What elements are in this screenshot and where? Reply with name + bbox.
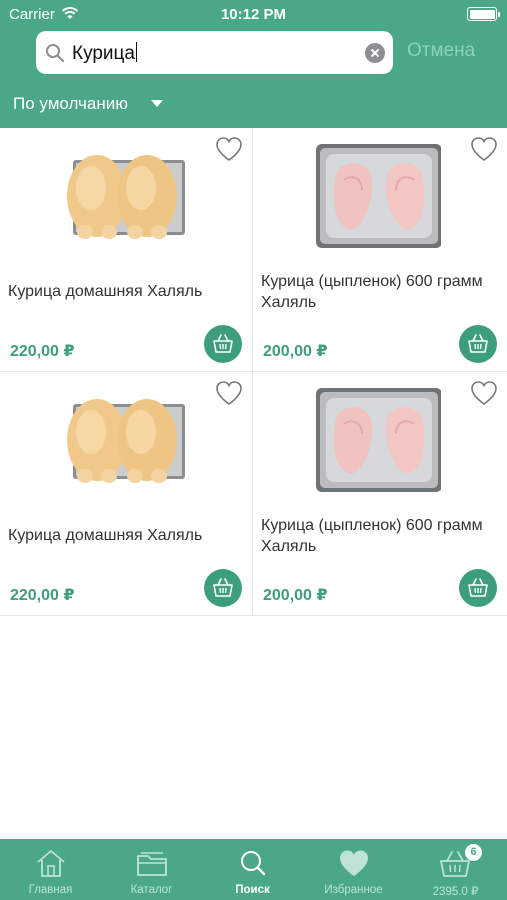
home-icon [37, 850, 65, 877]
status-time: 10:12 PM [220, 6, 287, 23]
add-to-cart-button[interactable] [459, 569, 497, 607]
cart-count-badge: 6 [465, 844, 482, 861]
add-to-cart-button[interactable] [459, 325, 497, 363]
product-title[interactable]: Курица (цыпленок) 600 грамм Халяль [261, 271, 491, 313]
battery-icon [467, 7, 500, 21]
tab-bar: Главная Каталог Поиск Избранное 6 2395.0… [0, 839, 507, 900]
product-title[interactable]: Курица домашняя Халяль [8, 525, 238, 546]
search-icon [46, 44, 65, 63]
status-bar: Carrier 10:12 PM [0, 0, 507, 28]
basket-icon [468, 334, 488, 353]
product-card[interactable]: Курица домашняя Халяль 220,00 ₽ [0, 372, 253, 616]
basket-icon [468, 578, 488, 597]
favorite-heart-icon[interactable] [470, 136, 498, 162]
tab-cart[interactable]: 6 2395.0 ₽ [404, 839, 507, 900]
add-to-cart-button[interactable] [204, 325, 242, 363]
search-input[interactable]: Курица [72, 42, 138, 65]
product-card[interactable]: Курица (цыпленок) 600 грамм Халяль 200,0… [253, 128, 507, 372]
product-price: 220,00 ₽ [10, 343, 75, 360]
product-price: 200,00 ₽ [263, 587, 328, 604]
tab-label: 2395.0 ₽ [432, 886, 479, 898]
whole-chicken-image [67, 399, 185, 483]
heart-icon [340, 850, 368, 876]
search-bar[interactable]: Курица [36, 31, 393, 74]
sort-dropdown[interactable]: По умолчанию [13, 94, 128, 114]
tab-home[interactable]: Главная [0, 839, 101, 900]
folder-icon [137, 852, 167, 876]
chicken-legs-image [316, 144, 441, 248]
basket-icon [213, 578, 233, 597]
product-card[interactable]: Курица домашняя Халяль 220,00 ₽ [0, 128, 253, 372]
add-to-cart-button[interactable] [204, 569, 242, 607]
whole-chicken-image [67, 155, 185, 239]
cancel-button[interactable]: Отмена [407, 40, 475, 62]
tab-label: Главная [28, 884, 73, 896]
tab-catalog[interactable]: Каталог [101, 839, 202, 900]
clear-icon[interactable] [365, 43, 385, 63]
product-title[interactable]: Курица (цыпленок) 600 грамм Халяль [261, 515, 491, 557]
product-title[interactable]: Курица домашняя Халяль [8, 281, 238, 302]
tab-label: Избранное [324, 884, 383, 896]
tab-favorites[interactable]: Избранное [303, 839, 404, 900]
chevron-down-icon[interactable] [151, 100, 163, 107]
chicken-legs-image [316, 388, 441, 492]
product-price: 200,00 ₽ [263, 343, 328, 360]
tab-search[interactable]: Поиск [202, 839, 303, 900]
product-price: 220,00 ₽ [10, 587, 75, 604]
favorite-heart-icon[interactable] [215, 380, 243, 406]
favorite-heart-icon[interactable] [215, 136, 243, 162]
basket-icon [213, 334, 233, 353]
header: Carrier 10:12 PM Курица Отмена По умолча… [0, 0, 507, 128]
favorite-heart-icon[interactable] [470, 380, 498, 406]
search-icon [241, 851, 266, 876]
product-card[interactable]: Курица (цыпленок) 600 грамм Халяль 200,0… [253, 372, 507, 616]
tab-label: Поиск [235, 884, 270, 896]
tab-label: Каталог [130, 884, 173, 896]
